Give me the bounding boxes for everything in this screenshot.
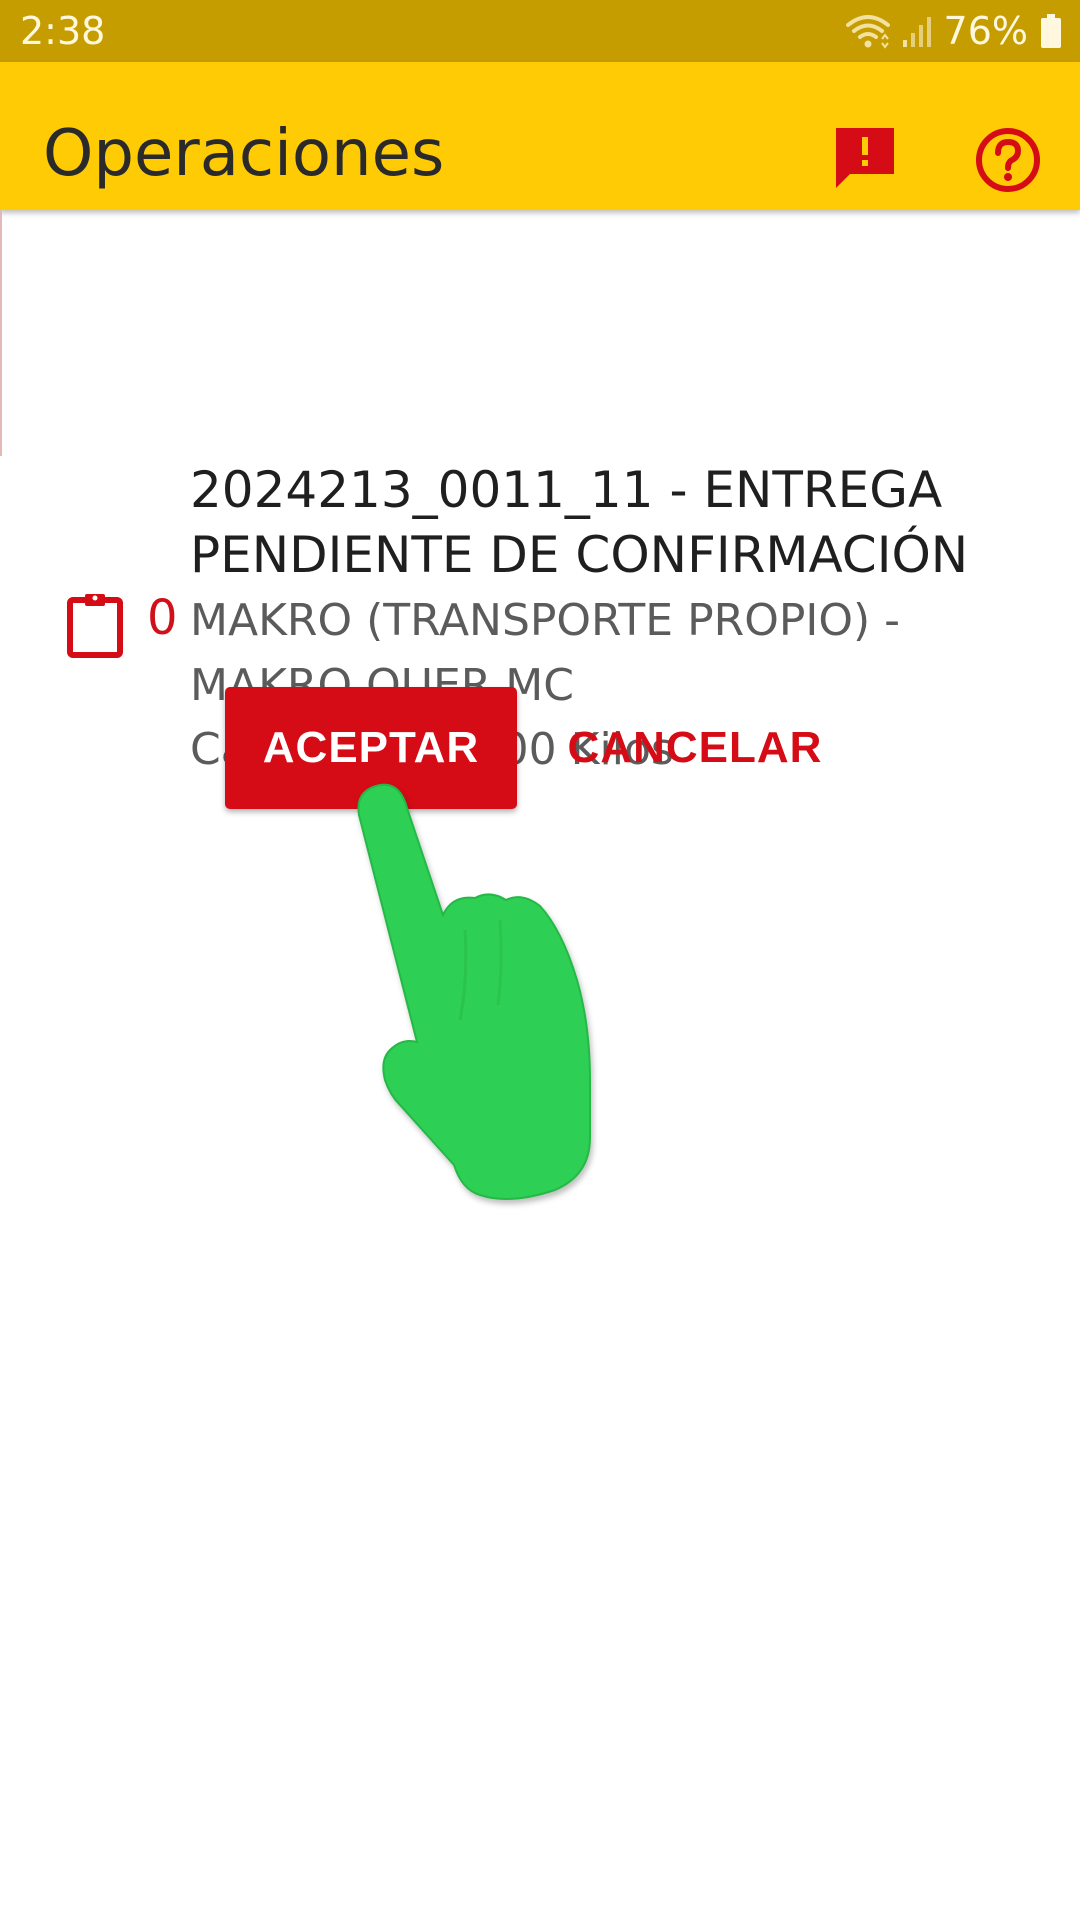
operation-count: 0 <box>147 590 178 646</box>
battery-icon <box>1041 14 1061 48</box>
operation-title: 2024213_0011_11 - ENTREGA PENDIENTE DE C… <box>190 461 969 584</box>
help-icon <box>976 128 1040 192</box>
cancel-button[interactable]: CANCELAR <box>555 687 835 809</box>
battery-percentage: 76% <box>943 9 1028 53</box>
pointing-hand-icon <box>357 783 591 1200</box>
status-time: 2:38 <box>20 9 106 53</box>
page-title: Operaciones <box>43 117 445 191</box>
accept-button[interactable]: ACEPTAR <box>225 687 517 809</box>
status-bar: 2:38 76% <box>0 0 1080 62</box>
alert-icon <box>836 128 894 188</box>
help-button[interactable] <box>974 126 1042 194</box>
wifi-icon <box>845 15 890 49</box>
operation-list-item[interactable]: 0 2024213_0011_11 - ENTREGA PENDIENTE DE… <box>0 210 1080 775</box>
app-bar: Operaciones <box>0 62 1080 210</box>
clipboard-icon <box>67 594 123 658</box>
report-alert-button[interactable] <box>832 124 898 190</box>
status-icons: 76% <box>845 9 1062 53</box>
signal-icon <box>902 17 931 47</box>
